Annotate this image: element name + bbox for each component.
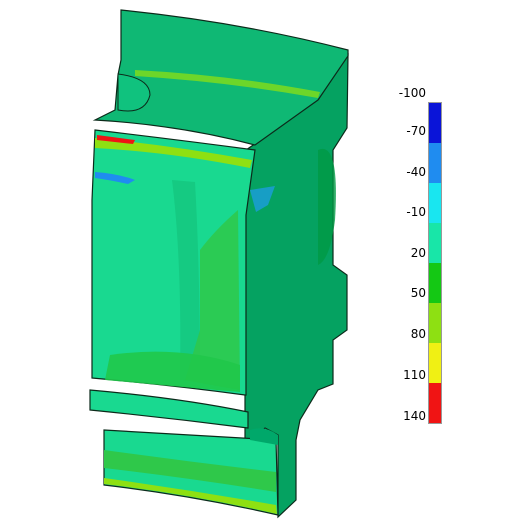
color-band-3 bbox=[429, 223, 441, 263]
scale-label-2: -40 bbox=[406, 165, 426, 179]
color-band-0 bbox=[429, 103, 441, 143]
scale-label-0: -100 bbox=[398, 86, 426, 100]
scale-label-5: 50 bbox=[410, 286, 426, 300]
scale-label-3: -10 bbox=[406, 205, 426, 219]
fea-stress-model-view[interactable] bbox=[0, 0, 528, 528]
scale-label-7: 110 bbox=[403, 368, 426, 382]
color-band-2 bbox=[429, 183, 441, 223]
color-band-6 bbox=[429, 343, 441, 383]
scale-label-6: 80 bbox=[410, 327, 426, 341]
scale-label-4: 20 bbox=[410, 246, 426, 260]
color-band-1 bbox=[429, 143, 441, 183]
color-scale-bar bbox=[428, 102, 442, 424]
scale-label-8: 140 bbox=[403, 409, 426, 423]
model-bottom-ledge bbox=[89, 389, 249, 429]
scale-label-1: -70 bbox=[406, 124, 426, 138]
color-band-5 bbox=[429, 303, 441, 343]
color-band-7 bbox=[429, 383, 441, 423]
color-band-4 bbox=[429, 263, 441, 303]
